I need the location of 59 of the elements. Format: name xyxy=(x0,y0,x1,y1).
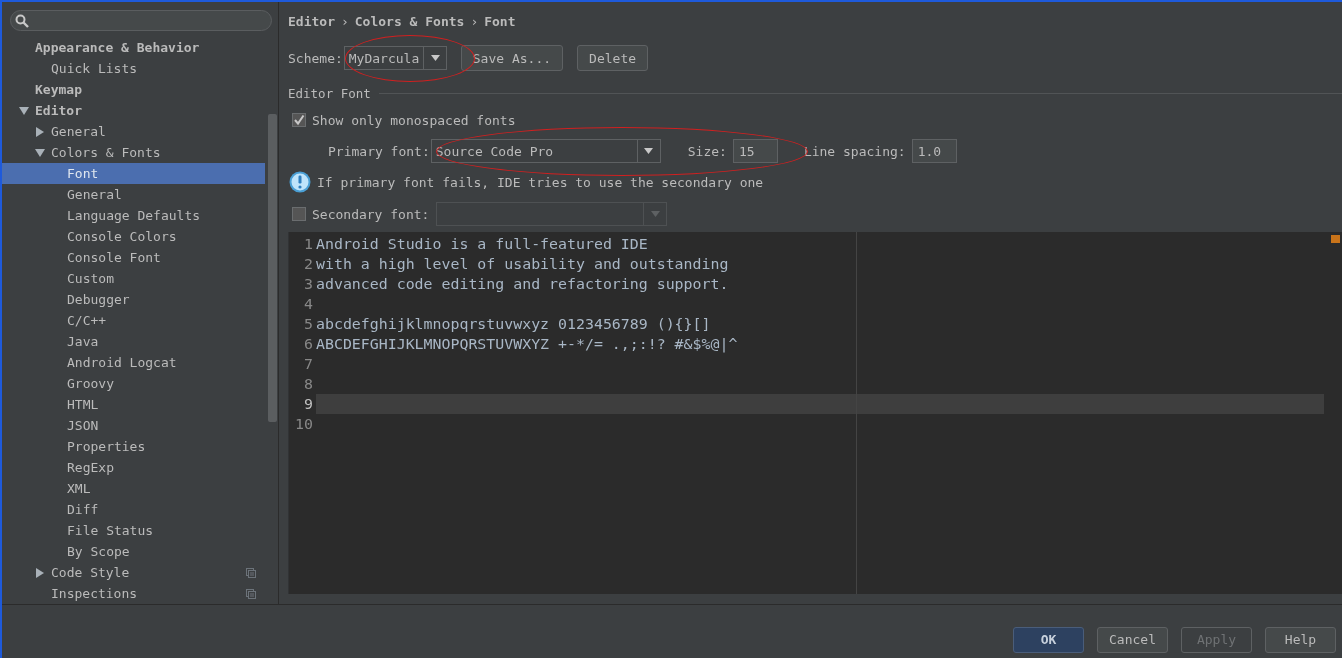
dropdown-arrow-icon xyxy=(430,55,440,61)
tree-item[interactable]: HTML xyxy=(2,394,265,415)
scheme-label: Scheme: xyxy=(288,50,343,66)
tree-item[interactable]: Custom xyxy=(2,268,265,289)
info-icon xyxy=(289,171,311,193)
error-stripe-marker xyxy=(1331,235,1340,243)
tree-item[interactable]: General xyxy=(2,184,265,205)
tree-item[interactable]: Language Defaults xyxy=(2,205,265,226)
size-field[interactable]: 15 xyxy=(732,139,778,163)
tree-item[interactable]: Keymap xyxy=(2,79,265,100)
dropdown-arrow-icon xyxy=(644,148,654,154)
breadcrumb-item: Font xyxy=(484,13,516,29)
breadcrumb-separator: › xyxy=(340,13,349,29)
tree-item[interactable]: C/C++ xyxy=(2,310,265,331)
info-text: If primary font fails, IDE tries to use the secondary one xyxy=(317,174,764,190)
tree-item[interactable]: General xyxy=(2,121,265,142)
tree-item[interactable]: Diff xyxy=(2,499,265,520)
breadcrumb-separator: › xyxy=(470,13,479,29)
tree-item[interactable]: Console Colors xyxy=(2,226,265,247)
expanded-arrow-icon[interactable] xyxy=(35,147,45,158)
tree-item[interactable]: Inspections xyxy=(2,583,265,604)
search-field[interactable] xyxy=(10,10,272,31)
tree-item[interactable]: Debugger xyxy=(2,289,265,310)
dropdown-arrow-icon xyxy=(650,211,660,217)
dialog-button[interactable]: Cancel xyxy=(1097,626,1168,653)
tree-item[interactable]: Font xyxy=(2,163,265,184)
breadcrumb-item: Editor xyxy=(288,13,335,29)
scheme-button[interactable]: Delete xyxy=(577,45,649,71)
checkbox-label: Show only monospaced fonts xyxy=(312,112,516,128)
tree-item[interactable]: Properties xyxy=(2,436,265,457)
breadcrumb-item: Colors & Fonts xyxy=(354,13,465,29)
scheme-dropdown[interactable]: MyDarcula xyxy=(343,46,447,70)
collapsed-arrow-icon[interactable] xyxy=(35,567,45,578)
tree-item[interactable]: Console Font xyxy=(2,247,265,268)
tree-item[interactable]: Code Style xyxy=(2,562,265,583)
dialog-button[interactable]: Help xyxy=(1265,626,1336,653)
tree-item[interactable]: Appearance & Behavior xyxy=(2,37,265,58)
tree-item[interactable]: RegExp xyxy=(2,457,265,478)
tree-item[interactable]: Editor xyxy=(2,100,265,121)
search-icon xyxy=(15,13,29,28)
tree-item[interactable]: File Status xyxy=(2,520,265,541)
primary-font-label: Primary font: xyxy=(328,143,430,159)
size-label: Size: xyxy=(687,143,727,159)
checkbox[interactable] xyxy=(292,113,306,127)
tree-item[interactable]: XML xyxy=(2,478,265,499)
tree-item[interactable]: Groovy xyxy=(2,373,265,394)
line-spacing-field[interactable]: 1.0 xyxy=(911,139,957,163)
expanded-arrow-icon[interactable] xyxy=(19,105,29,116)
tree-item[interactable]: Android Logcat xyxy=(2,352,265,373)
section-title: Editor Font xyxy=(288,85,371,101)
tree-item[interactable]: Java xyxy=(2,331,265,352)
tree-item[interactable]: Quick Lists xyxy=(2,58,265,79)
tree-item[interactable]: By Scope xyxy=(2,541,265,562)
tree-item[interactable]: JSON xyxy=(2,415,265,436)
dialog-button[interactable]: OK xyxy=(1013,626,1084,653)
tree-item[interactable]: Colors & Fonts xyxy=(2,142,265,163)
secondary-font-label: Secondary font: xyxy=(312,206,430,222)
scrollbar[interactable] xyxy=(268,114,277,422)
collapsed-arrow-icon[interactable] xyxy=(35,126,45,137)
